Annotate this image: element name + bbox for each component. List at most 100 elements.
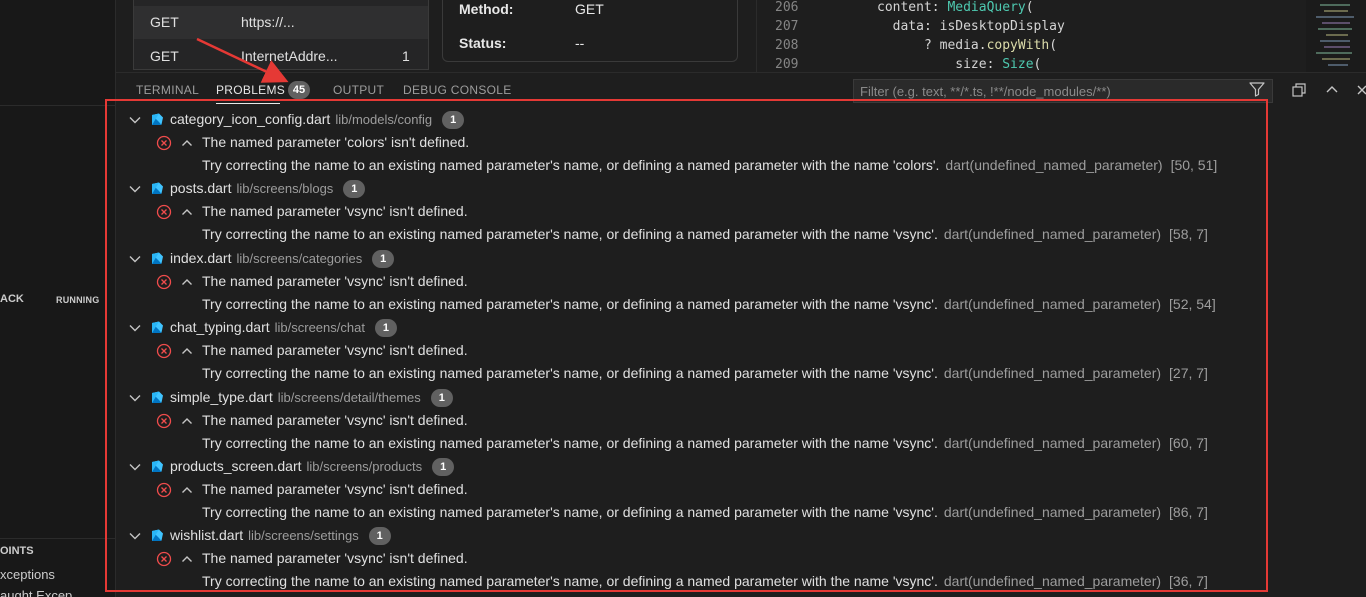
problem-file-path: lib/screens/categories (236, 251, 363, 266)
chevron-down-icon[interactable] (128, 460, 142, 477)
chevron-up-icon[interactable] (180, 483, 194, 500)
chevron-up-icon[interactable] (180, 136, 194, 153)
problem-message: The named parameter 'vsync' isn't define… (202, 342, 468, 358)
dart-file-icon (149, 112, 165, 131)
sidebar-divider (0, 538, 116, 539)
error-icon (156, 551, 172, 570)
problem-message: The named parameter 'vsync' isn't define… (202, 481, 468, 497)
problem-location: [50, 51] (1170, 157, 1218, 173)
problem-file-name: posts.dart (170, 180, 232, 196)
breakpoint-exceptions[interactable]: xceptions (0, 567, 55, 582)
bottom-panel: TERMINAL PROBLEMS 45 OUTPUT DEBUG CONSOL… (116, 72, 1366, 597)
chevron-down-icon[interactable] (128, 529, 142, 546)
filter-input[interactable] (854, 80, 1244, 102)
network-request-table: GET https://... GET InternetAddre... 1 (133, 0, 429, 70)
tab-output[interactable]: OUTPUT (333, 83, 384, 97)
problem-file-path: lib/screens/detail/themes (277, 390, 421, 405)
problem-file-row[interactable]: posts.dart lib/screens/blogs 1 (116, 178, 1266, 201)
problem-count-badge: 1 (343, 180, 366, 198)
problem-detail-row[interactable]: Try correcting the name to an existing n… (116, 571, 1266, 594)
active-tab-indicator (216, 103, 280, 104)
network-row-method: GET (150, 14, 179, 30)
code-text: data: isDesktopDisplay (877, 19, 1065, 34)
problem-source: dart(undefined_named_parameter) (943, 573, 1162, 589)
code-editor[interactable]: 206 content: MediaQuery( 207 data: isDes… (756, 0, 1306, 72)
sidebar-divider (0, 105, 116, 106)
chevron-up-icon[interactable] (180, 414, 194, 431)
problem-message-row[interactable]: The named parameter 'vsync' isn't define… (116, 340, 1266, 363)
chevron-down-icon[interactable] (128, 321, 142, 338)
network-row[interactable]: GET InternetAddre... 1 (134, 40, 428, 73)
problem-suggestion: Try correcting the name to an existing n… (202, 435, 938, 451)
line-number: 208 (775, 38, 799, 53)
problem-message-row[interactable]: The named parameter 'vsync' isn't define… (116, 271, 1266, 294)
problem-file-path: lib/screens/settings (248, 528, 359, 543)
call-stack-header[interactable]: ACK (0, 293, 24, 305)
problem-count-badge: 1 (368, 527, 391, 545)
problem-source: dart(undefined_named_parameter) (945, 157, 1163, 173)
chevron-down-icon[interactable] (128, 113, 142, 130)
breakpoint-uncaught-exceptions[interactable]: aught Excep (0, 588, 72, 597)
breakpoints-header[interactable]: OINTS (0, 545, 34, 557)
network-row-url: https://... (241, 14, 295, 30)
problem-detail: Try correcting the name to an existing n… (202, 226, 1208, 242)
problem-file-path: lib/screens/products (306, 459, 423, 474)
problem-detail-row[interactable]: Try correcting the name to an existing n… (116, 155, 1266, 178)
problem-message: The named parameter 'vsync' isn't define… (202, 273, 468, 289)
problem-message: The named parameter 'vsync' isn't define… (202, 203, 468, 219)
line-number: 209 (775, 57, 799, 72)
problem-location: [58, 7] (1169, 226, 1208, 242)
close-panel-icon[interactable] (1356, 82, 1366, 98)
status-value: -- (575, 35, 585, 51)
chevron-up-icon[interactable] (180, 552, 194, 569)
tab-debug-console[interactable]: DEBUG CONSOLE (403, 83, 512, 97)
problem-file-row[interactable]: category_icon_config.dart lib/models/conf… (116, 109, 1266, 132)
problem-file-row[interactable]: simple_type.dart lib/screens/detail/theme… (116, 387, 1266, 410)
problem-detail-row[interactable]: Try correcting the name to an existing n… (116, 294, 1266, 317)
problem-message-row[interactable]: The named parameter 'colors' isn't defin… (116, 132, 1266, 155)
dart-file-icon (149, 181, 165, 200)
problem-count-badge: 1 (374, 319, 397, 337)
problem-file-row[interactable]: chat_typing.dart lib/screens/chat 1 (116, 317, 1266, 340)
error-icon (156, 274, 172, 293)
problem-suggestion: Try correcting the name to an existing n… (202, 157, 940, 173)
problem-location: [60, 7] (1169, 435, 1208, 451)
network-row-method: GET (150, 48, 179, 64)
problem-suggestion: Try correcting the name to an existing n… (202, 365, 938, 381)
dart-file-icon (149, 528, 165, 547)
problem-file-name: wishlist.dart (170, 527, 244, 543)
problem-suggestion: Try correcting the name to an existing n… (202, 504, 938, 520)
collapse-all-icon[interactable] (1291, 82, 1307, 98)
filter-icon[interactable] (1249, 81, 1265, 97)
problem-file-row[interactable]: index.dart lib/screens/categories 1 (116, 248, 1266, 271)
problem-detail-row[interactable]: Try correcting the name to an existing n… (116, 433, 1266, 456)
problem-detail-row[interactable]: Try correcting the name to an existing n… (116, 363, 1266, 386)
problem-message-row[interactable]: The named parameter 'vsync' isn't define… (116, 548, 1266, 571)
error-icon (156, 482, 172, 501)
problem-detail-row[interactable]: Try correcting the name to an existing n… (116, 502, 1266, 525)
chevron-down-icon[interactable] (128, 252, 142, 269)
chevron-down-icon[interactable] (128, 391, 142, 408)
problem-file-row[interactable]: products_screen.dart lib/screens/products… (116, 456, 1266, 479)
editor-minimap[interactable] (1306, 0, 1366, 72)
problem-file-path: lib/screens/chat (274, 320, 365, 335)
code-text: content: MediaQuery( (877, 0, 1034, 15)
network-row[interactable]: GET https://... (134, 6, 428, 39)
chevron-up-icon[interactable] (180, 275, 194, 292)
maximize-panel-icon[interactable] (1324, 82, 1340, 98)
problem-detail-row[interactable]: Try correcting the name to an existing n… (116, 224, 1266, 247)
chevron-up-icon[interactable] (180, 205, 194, 222)
problem-message-row[interactable]: The named parameter 'vsync' isn't define… (116, 479, 1266, 502)
problem-location: [52, 54] (1169, 296, 1216, 312)
problem-detail: Try correcting the name to an existing n… (202, 296, 1216, 312)
problem-source: dart(undefined_named_parameter) (943, 365, 1162, 381)
chevron-down-icon[interactable] (128, 182, 142, 199)
chevron-up-icon[interactable] (180, 344, 194, 361)
dart-file-icon (149, 459, 165, 478)
problem-message-row[interactable]: The named parameter 'vsync' isn't define… (116, 410, 1266, 433)
problem-message-row[interactable]: The named parameter 'vsync' isn't define… (116, 201, 1266, 224)
problem-suggestion: Try correcting the name to an existing n… (202, 296, 938, 312)
problem-file-row[interactable]: wishlist.dart lib/screens/settings 1 (116, 525, 1266, 548)
tab-terminal[interactable]: TERMINAL (136, 83, 199, 97)
tab-problems[interactable]: PROBLEMS (216, 83, 285, 97)
